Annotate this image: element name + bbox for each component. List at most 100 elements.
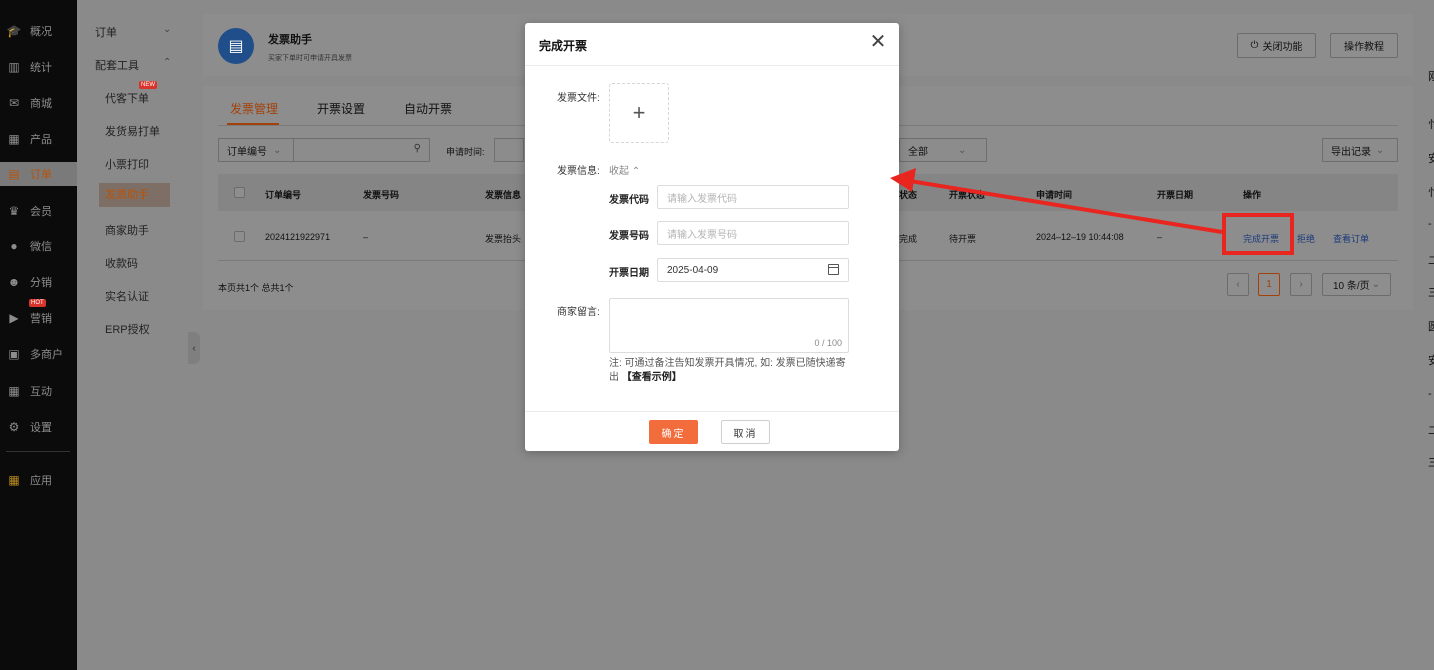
row-checkbox[interactable] — [234, 231, 245, 242]
submenu-item-invoice-assistant[interactable]: 发票助手 — [99, 183, 170, 207]
column-header: 开票状态 — [949, 190, 986, 200]
nav-label: 营销 — [30, 313, 52, 325]
submenu-group-tools[interactable]: 配套工具 ⌃ — [95, 57, 171, 73]
cell-status: 完成 — [899, 234, 918, 244]
table-summary: 本页共1个 总共1个 — [218, 283, 294, 293]
invoice-file-label: 发票文件: — [557, 93, 600, 104]
nav-item-distribution[interactable]: ☻ 分销 — [0, 270, 77, 294]
status-select[interactable]: 全部 ⌄ — [899, 138, 987, 162]
order-search-input[interactable]: ⚲ — [293, 138, 430, 162]
submenu-item-erp[interactable]: ERP授权 — [105, 321, 150, 337]
submenu-item-payment-code[interactable]: 收款码 — [105, 255, 138, 271]
nav-divider — [6, 451, 70, 452]
main-nav: 🎓 概况 ▥ 统计 ✉ 商城 ▦ 产品 ▤ 订单 ♛ 会员 ● 微信 ☻ 分销 ▶ 营销 HOT ▣… — [0, 0, 77, 670]
nav-item-interaction[interactable]: ▦ 互动 — [0, 379, 77, 403]
nav-item-members[interactable]: ♛ 会员 — [0, 199, 77, 223]
page-number-button[interactable]: 1 — [1258, 273, 1280, 296]
confirm-button[interactable]: 确定 — [649, 420, 698, 444]
wechat-icon: ● — [10, 239, 18, 253]
nav-label: 设置 — [30, 422, 52, 434]
edge-text: 二 — [1428, 425, 1434, 437]
invoice-app-icon: ▤ — [218, 28, 254, 64]
page-subtitle: 买家下单时可申请开具发票 — [268, 55, 352, 62]
merchant-message-label: 商家留言: — [557, 307, 600, 318]
page-size-select[interactable]: 10 条/页 ⌄ — [1322, 273, 1391, 296]
nav-item-wechat[interactable]: ● 微信 — [0, 234, 77, 258]
hot-badge: HOT — [29, 299, 46, 307]
apps-color-icon: ▦ — [8, 473, 20, 487]
view-order-link[interactable]: 查看订单 — [1333, 232, 1369, 245]
select-all-checkbox[interactable] — [234, 187, 245, 198]
apps-icon: ▦ — [8, 384, 20, 398]
nav-label: 分销 — [30, 277, 52, 289]
nav-item-overview[interactable]: 🎓 概况 — [0, 19, 77, 43]
apply-time-input[interactable] — [494, 138, 524, 162]
clipboard-icon: ▤ — [8, 167, 20, 181]
submenu-item-real-name[interactable]: 实名认证 — [105, 288, 149, 304]
submenu-item-merchant-assistant[interactable]: 商家助手 — [105, 222, 149, 238]
edge-text: 圆 — [1428, 321, 1434, 333]
search-icon: ⚲ — [413, 143, 421, 154]
apply-time-label: 申请时间: — [446, 147, 485, 157]
complete-invoice-dialog: 完成开票 ✕ 发票文件: + 发票信息: 收起 ⌃ 发票代码 请输入发票代码 发… — [525, 23, 899, 451]
tab-invoice-settings[interactable]: 开票设置 — [317, 100, 365, 117]
merchant-message-textarea[interactable]: 0 / 100 — [609, 298, 849, 353]
invoice-number-label: 发票号码 — [609, 231, 649, 242]
dialog-divider — [525, 65, 899, 66]
cancel-button[interactable]: 取消 — [721, 420, 770, 444]
cell-invoice-date: – — [1157, 232, 1163, 242]
column-header: 状态 — [899, 190, 918, 200]
submenu-item-receipt-print[interactable]: 小票打印 — [105, 156, 149, 172]
edge-text: 三 — [1428, 457, 1434, 469]
nav-label: 产品 — [30, 134, 52, 146]
nav-item-multi-merchant[interactable]: ▣ 多商户 — [0, 342, 77, 366]
column-header: 发票号码 — [363, 190, 400, 200]
nav-item-marketing[interactable]: ▶ 营销 HOT — [0, 299, 77, 330]
nav-item-apps[interactable]: ▦ 应用 — [0, 468, 77, 492]
dialog-footer-divider — [525, 411, 899, 412]
nav-item-stats[interactable]: ▥ 统计 — [0, 55, 77, 79]
tab-auto-invoice[interactable]: 自动开票 — [404, 100, 452, 117]
collapse-submenu-button[interactable]: ‹ — [188, 332, 200, 364]
invoice-date-picker[interactable]: 2025-04-09 — [657, 258, 849, 282]
grid-icon: ▦ — [8, 132, 20, 146]
prev-page-button[interactable]: ‹ — [1227, 273, 1249, 296]
column-header: 开票日期 — [1157, 190, 1194, 200]
submenu-item-shipping-print[interactable]: 发货易打单 — [105, 123, 160, 139]
close-icon[interactable]: ✕ — [868, 32, 888, 52]
invoice-code-input[interactable]: 请输入发票代码 — [657, 185, 849, 209]
collapse-toggle[interactable]: 收起 ⌃ — [609, 162, 640, 177]
invoice-code-label: 发票代码 — [609, 195, 649, 206]
submenu-group-label: 配套工具 — [95, 60, 139, 72]
nav-item-orders[interactable]: ▤ 订单 — [0, 162, 77, 186]
right-edge-panel — [1413, 0, 1434, 670]
dialog-title: 完成开票 — [539, 39, 588, 53]
edge-text: 忄 — [1428, 187, 1434, 199]
tutorial-button[interactable]: 操作教程 — [1330, 33, 1398, 58]
edge-text: - — [1428, 388, 1432, 400]
upload-invoice-button[interactable]: + — [609, 83, 669, 143]
nav-item-products[interactable]: ▦ 产品 — [0, 127, 77, 151]
tab-invoice-management[interactable]: 发票管理 — [230, 100, 278, 117]
nav-item-settings[interactable]: ⚙ 设置 — [0, 415, 77, 439]
submenu-item-proxy-order[interactable]: 代客下单 NEW — [105, 81, 157, 106]
edge-text: 安 — [1428, 355, 1434, 367]
export-records-button[interactable]: 导出记录 ⌄ — [1322, 138, 1398, 162]
select-value: 全部 — [908, 146, 928, 158]
nav-item-store[interactable]: ✉ 商城 — [0, 91, 77, 115]
submenu: 订单 ⌄ 配套工具 ⌃ 代客下单 NEW 发货易打单 小票打印 发票助手 商家助手 收… — [77, 0, 188, 670]
input-placeholder: 请输入发票号码 — [667, 229, 737, 241]
page-title: 发票助手 — [268, 34, 312, 46]
view-example-link[interactable]: 【查看示例】 — [622, 372, 682, 383]
next-page-button[interactable]: › — [1290, 273, 1312, 296]
flag-icon: ▶ — [9, 311, 19, 325]
order-no-select[interactable]: 订单编号 ⌄ — [218, 138, 294, 162]
users-icon: ☻ — [7, 275, 21, 289]
submenu-group-orders[interactable]: 订单 ⌄ — [95, 24, 171, 40]
invoice-info-label: 发票信息: — [557, 166, 600, 177]
invoice-number-input[interactable]: 请输入发票号码 — [657, 221, 849, 245]
chevron-down-icon: ⌄ — [1376, 144, 1385, 156]
close-feature-button[interactable]: ⏻ 关闭功能 — [1237, 33, 1316, 58]
reject-link[interactable]: 拒绝 — [1297, 232, 1315, 245]
button-label: 关闭功能 — [1262, 42, 1303, 53]
